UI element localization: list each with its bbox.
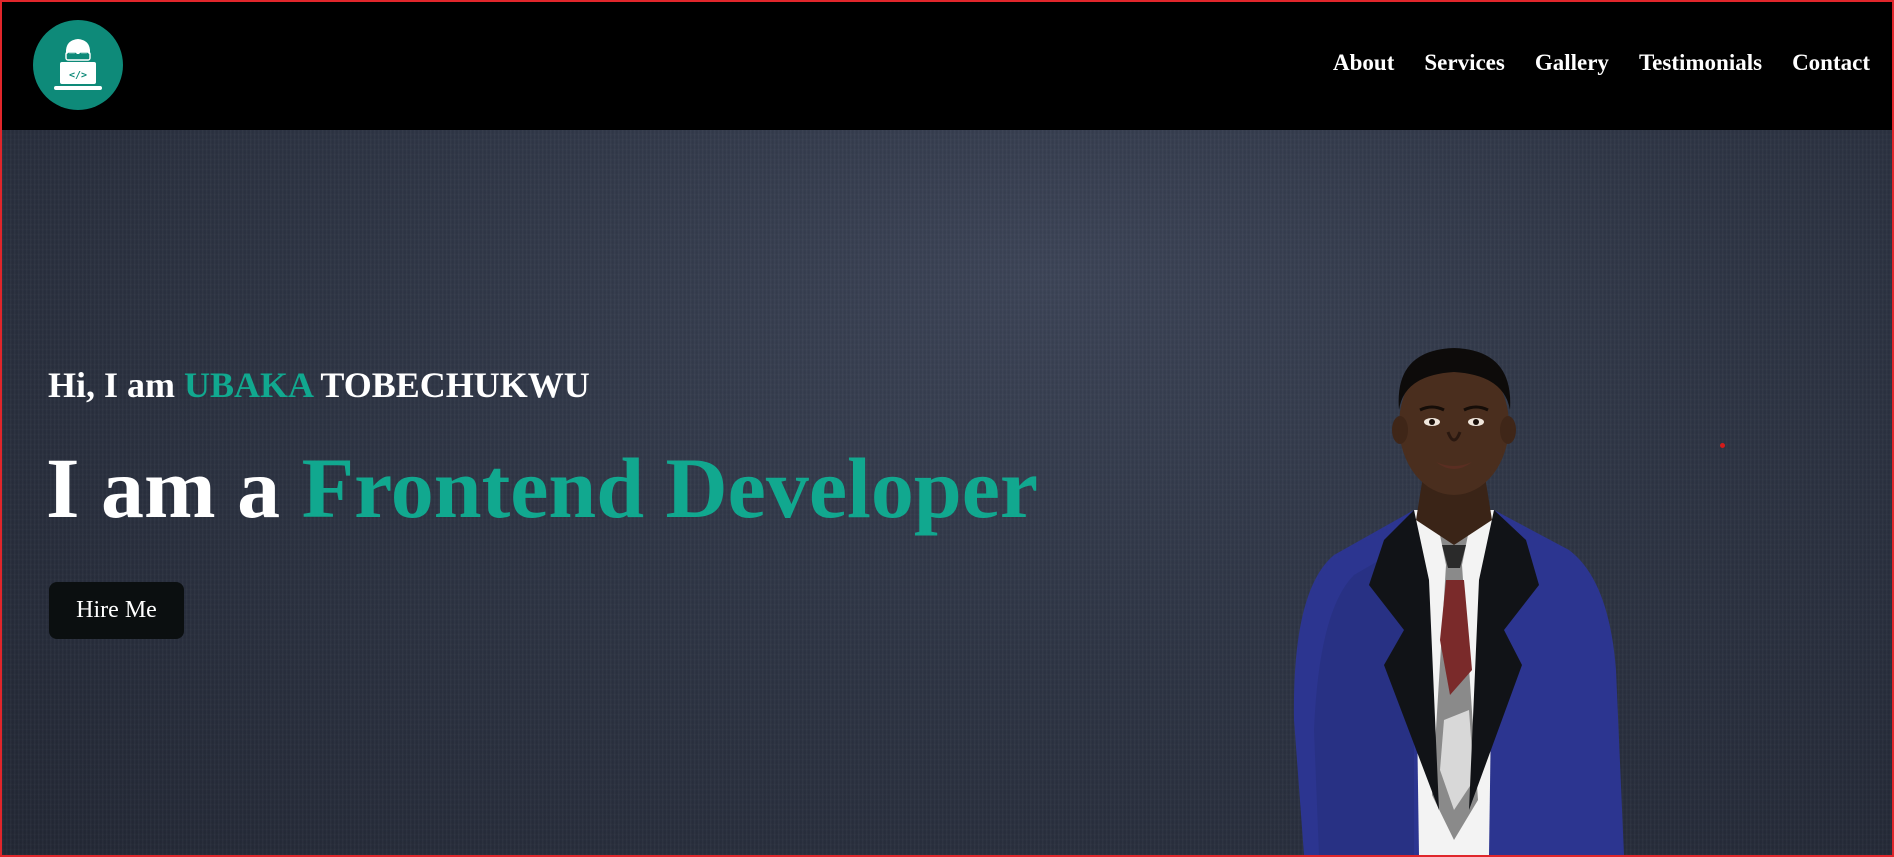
red-dot <box>1720 443 1725 448</box>
hire-me-button[interactable]: Hire Me <box>49 582 184 639</box>
person-portrait <box>1293 348 1624 855</box>
first-name: UBAKA <box>184 365 313 405</box>
svg-text:</>: </> <box>69 70 87 81</box>
hero-greeting: Hi, I am UBAKA TOBECHUKWU <box>48 364 590 406</box>
developer-laptop-icon: </> <box>54 39 102 90</box>
headline-prefix: I am a <box>46 440 302 536</box>
nav-about[interactable]: About <box>1333 50 1394 76</box>
main-nav: About Services Gallery Testimonials Cont… <box>1333 50 1870 76</box>
nav-testimonials[interactable]: Testimonials <box>1639 50 1762 76</box>
headline-role: Frontend Developer <box>301 440 1039 536</box>
greeting-prefix: Hi, I am <box>48 365 185 405</box>
header-bar: </> About Services Gallery Testimonials … <box>2 2 1892 130</box>
nav-contact[interactable]: Contact <box>1792 50 1870 76</box>
nav-services[interactable]: Services <box>1424 50 1504 76</box>
page-frame: </> About Services Gallery Testimonials … <box>0 0 1894 857</box>
hero-section: Hi, I am UBAKA TOBECHUKWU I am a Fronten… <box>2 130 1892 855</box>
logo[interactable]: </> <box>33 20 123 110</box>
nav-gallery[interactable]: Gallery <box>1535 50 1609 76</box>
hero-headline: I am a Frontend Developer <box>46 445 1038 531</box>
last-name: TOBECHUKWU <box>312 365 590 405</box>
